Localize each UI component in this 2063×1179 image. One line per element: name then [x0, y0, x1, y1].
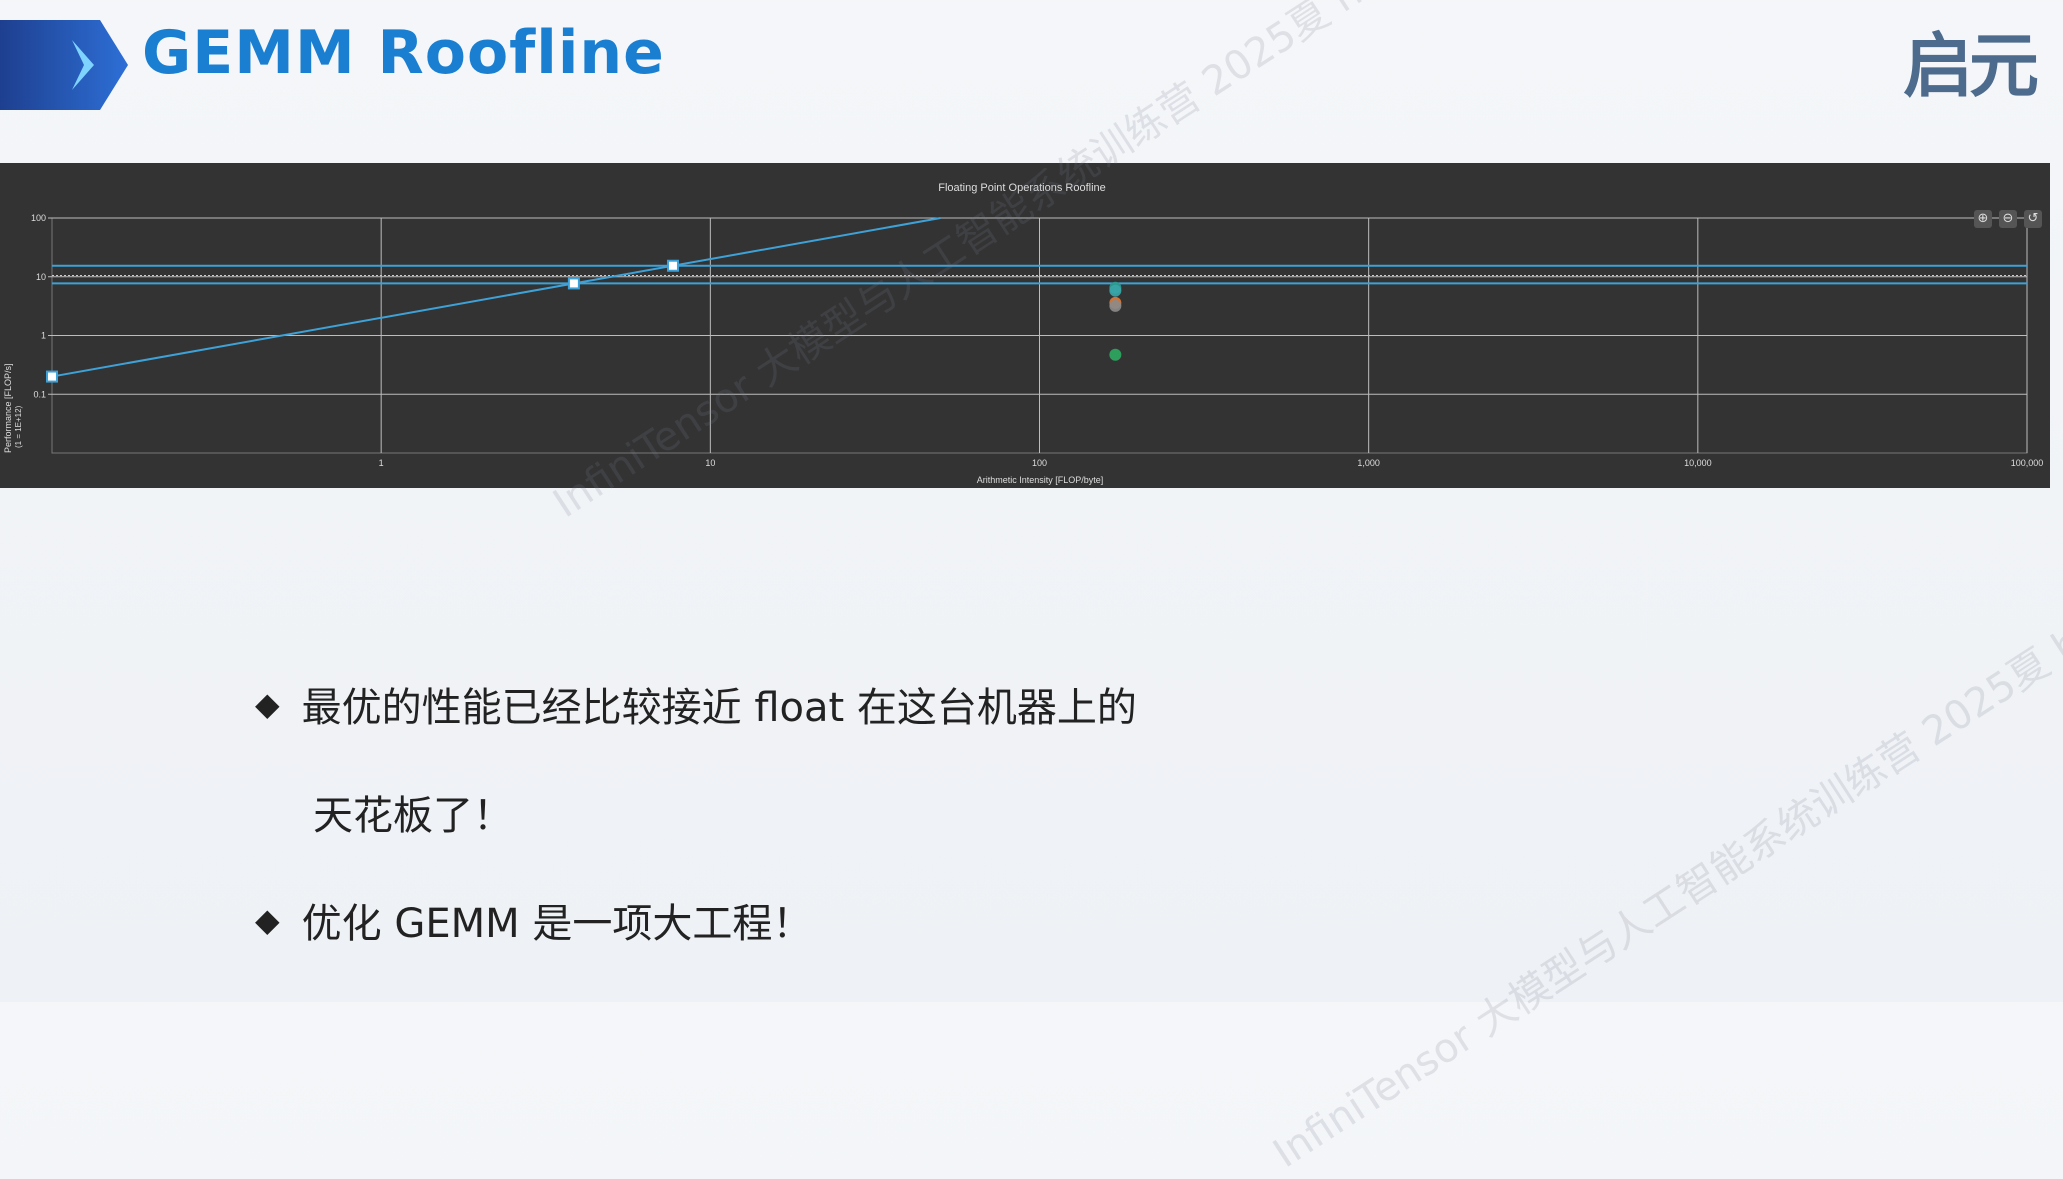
bullet-continuation: 天花板了！	[313, 793, 513, 839]
logo: 启元	[1903, 25, 2039, 107]
slide-title: GEMM Roofline	[142, 18, 665, 88]
y-tick-label: 10	[36, 272, 46, 282]
ridge-point-marker	[567, 277, 580, 290]
x-tick-label: 1	[379, 458, 384, 468]
y-axis-label: Performance [FLOP/s]	[3, 363, 13, 453]
diamond-bullet-icon: ◆	[255, 901, 280, 939]
y-tick-label: 100	[31, 213, 46, 223]
title-accent-bar	[0, 20, 130, 110]
bullet-item: ◆ 优化 GEMM 是一项大工程！	[255, 891, 1137, 949]
y-tick-label: 1	[41, 331, 46, 341]
y-tick-label: 0.1	[33, 389, 46, 399]
roofline-chart: Floating Point Operations Roofline Arith…	[3, 182, 2044, 485]
x-tick-label: 100	[1032, 458, 1047, 468]
roofline-chart-panel: Floating Point Operations Roofline Arith…	[0, 163, 2050, 488]
x-axis-label: Arithmetic Intensity [FLOP/byte]	[977, 475, 1104, 485]
y-axis-unit-label: (1 = 1E+12)	[14, 405, 23, 448]
x-tick-label: 100,000	[2011, 458, 2044, 468]
bullet-text: 优化 GEMM 是一项大工程！	[301, 901, 813, 947]
bullet-text: 最优的性能已经比较接近 float 在这台机器上的	[301, 685, 1137, 731]
ridge-point-marker	[46, 370, 58, 383]
x-tick-label: 10,000	[1684, 458, 1712, 468]
x-tick-label: 1,000	[1357, 458, 1380, 468]
zoom-out-icon[interactable]: ⊖	[1999, 210, 2017, 228]
bandwidth-roof-line	[51, 217, 941, 378]
x-tick-label: 10	[705, 458, 715, 468]
chart-title: Floating Point Operations Roofline	[938, 182, 1106, 194]
bullet-list: ◆ 最优的性能已经比较接近 float 在这台机器上的 天花板了！ ◆ 优化 G…	[255, 675, 1137, 949]
ridge-point-marker	[666, 259, 679, 272]
bullet-item: ◆ 最优的性能已经比较接近 float 在这台机器上的	[255, 675, 1137, 733]
data-point	[1109, 299, 1122, 312]
diamond-bullet-icon: ◆	[255, 685, 280, 723]
data-point	[1109, 348, 1122, 361]
zoom-in-icon[interactable]: ⊕	[1974, 210, 1992, 228]
reset-icon[interactable]: ↺	[2024, 210, 2042, 228]
data-point	[1109, 284, 1122, 297]
